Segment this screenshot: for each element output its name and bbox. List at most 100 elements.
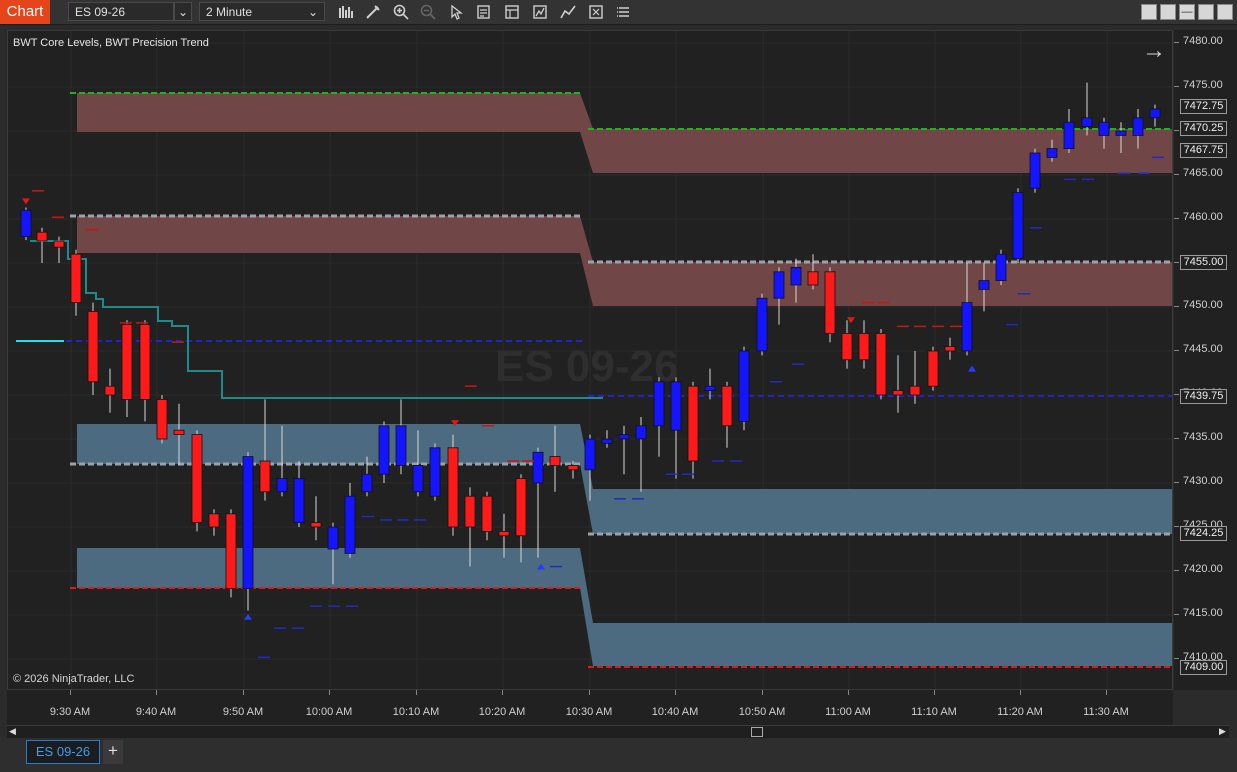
price-marker-label: 7439.75: [1180, 389, 1227, 405]
instrument-selector[interactable]: ES 09-26: [68, 2, 174, 21]
candle: [429, 443, 441, 501]
time-tick: 10:20 AM: [478, 706, 526, 718]
candle: [242, 452, 254, 611]
price-tick-mark: [1174, 42, 1179, 43]
time-tick: 9:40 AM: [135, 706, 177, 718]
price-tick-mark: [1174, 262, 1179, 263]
time-tick-mark: [243, 690, 244, 695]
candle: [1063, 109, 1075, 153]
price-chart[interactable]: ES 09-26: [8, 31, 1173, 690]
candle: [875, 329, 887, 400]
time-tick-mark: [1106, 690, 1107, 695]
candle: [927, 346, 939, 391]
price-tick: 7435.00: [1183, 431, 1223, 443]
strategies-icon[interactable]: [530, 3, 550, 21]
horizontal-scrollbar[interactable]: ◀ ▶: [7, 725, 1229, 739]
time-axis[interactable]: 9:30 AM 9:40 AM 9:50 AM 10:00 AM 10:10 AM 10:…: [7, 690, 1173, 726]
candle: [395, 399, 407, 475]
candle: [601, 430, 613, 448]
properties-icon[interactable]: [586, 3, 606, 21]
sell-signal-arrow: [22, 198, 30, 205]
bar-type-icon[interactable]: [336, 3, 356, 21]
price-tick-mark: [1174, 394, 1179, 395]
tab-bar: ES 09-26 +: [0, 738, 1237, 772]
price-tick-mark: [1174, 174, 1179, 175]
candle: [70, 249, 82, 316]
tab-es-09-26[interactable]: ES 09-26: [26, 740, 100, 764]
chart-toolbar: Chart ES 09-26 ⌄ 2 Minute ⌄ —: [0, 0, 1237, 25]
time-tick-mark: [502, 690, 503, 695]
price-marker-label: 7409.00: [1180, 659, 1227, 675]
price-tick-mark: [1174, 438, 1179, 439]
price-tick: 7475.00: [1183, 79, 1223, 91]
candle: [378, 421, 390, 483]
candle: [721, 381, 733, 448]
zoom-in-icon[interactable]: [391, 3, 411, 21]
candle: [481, 491, 493, 541]
price-tick-mark: [1174, 526, 1179, 527]
price-tick-mark: [1174, 658, 1179, 659]
templates-icon[interactable]: [502, 3, 522, 21]
price-tick: 7445.00: [1183, 343, 1223, 355]
chevron-down-icon: ⌄: [307, 5, 318, 19]
candle: [310, 496, 322, 541]
candle: [225, 509, 237, 598]
tile-window-icon[interactable]: [1141, 4, 1157, 20]
data-box-icon[interactable]: [474, 3, 494, 21]
scroll-right-icon[interactable]: ▶: [1219, 726, 1226, 737]
pointer-icon[interactable]: [446, 3, 466, 21]
price-tick-mark: [1174, 130, 1179, 131]
maximize-icon[interactable]: [1198, 4, 1214, 20]
indicators-icon[interactable]: [558, 3, 578, 21]
price-tick: 7430.00: [1183, 475, 1223, 487]
time-tick-mark: [675, 690, 676, 695]
time-tick: 9:30 AM: [49, 706, 91, 718]
price-tick-mark: [1174, 570, 1179, 571]
price-tick: 7415.00: [1183, 607, 1223, 619]
candle: [653, 377, 665, 457]
candle: [944, 337, 956, 360]
instrument-dropdown-button[interactable]: ⌄: [174, 2, 192, 21]
candle: [892, 355, 904, 413]
candle: [104, 368, 116, 413]
price-tick: 7480.00: [1183, 35, 1223, 47]
time-tick-mark: [70, 690, 71, 695]
chart-menu-button[interactable]: Chart: [0, 0, 50, 24]
candle: [1081, 82, 1093, 136]
time-tick: 10:00 AM: [305, 706, 353, 718]
time-tick: 9:50 AM: [222, 706, 264, 718]
zoom-out-icon[interactable]: [418, 3, 438, 21]
price-tick: 7450.00: [1183, 299, 1223, 311]
time-tick: 11:30 AM: [1083, 706, 1129, 718]
price-tick-mark: [1174, 306, 1179, 307]
support-zone: [77, 548, 1172, 666]
price-tick-mark: [1174, 482, 1179, 483]
draw-tool-icon[interactable]: [363, 3, 383, 21]
time-tick: 10:10 AM: [392, 706, 440, 718]
candle: [191, 430, 203, 532]
interval-selector[interactable]: 2 Minute ⌄: [199, 2, 325, 21]
chart-trader-icon[interactable]: [614, 3, 634, 21]
chart-panel[interactable]: ES 09-26 BWT Core Levels, BWT Precision …: [7, 30, 1173, 690]
price-tick-mark: [1174, 614, 1179, 615]
price-tick-mark: [1174, 350, 1179, 351]
price-marker-label: 7470.25: [1180, 120, 1227, 136]
arrow-right-icon[interactable]: →: [1142, 39, 1166, 63]
add-tab-button[interactable]: +: [103, 740, 123, 764]
candle: [670, 377, 682, 479]
support-zone: [77, 424, 1172, 534]
candle: [1029, 148, 1041, 193]
candle: [1012, 188, 1024, 263]
time-tick-mark: [156, 690, 157, 695]
candle: [807, 254, 819, 290]
close-icon[interactable]: [1217, 4, 1233, 20]
price-tick: 7460.00: [1183, 211, 1223, 223]
minimize-icon[interactable]: —: [1179, 4, 1195, 20]
indicators-label: BWT Core Levels, BWT Precision Trend: [13, 37, 209, 49]
scroll-left-icon[interactable]: ◀: [9, 726, 16, 737]
scrollbar-thumb[interactable]: [751, 727, 763, 737]
time-tick: 11:20 AM: [997, 706, 1043, 718]
tile-window-icon-2[interactable]: [1160, 4, 1176, 20]
price-tick-mark: [1174, 86, 1179, 87]
candle: [756, 293, 768, 356]
